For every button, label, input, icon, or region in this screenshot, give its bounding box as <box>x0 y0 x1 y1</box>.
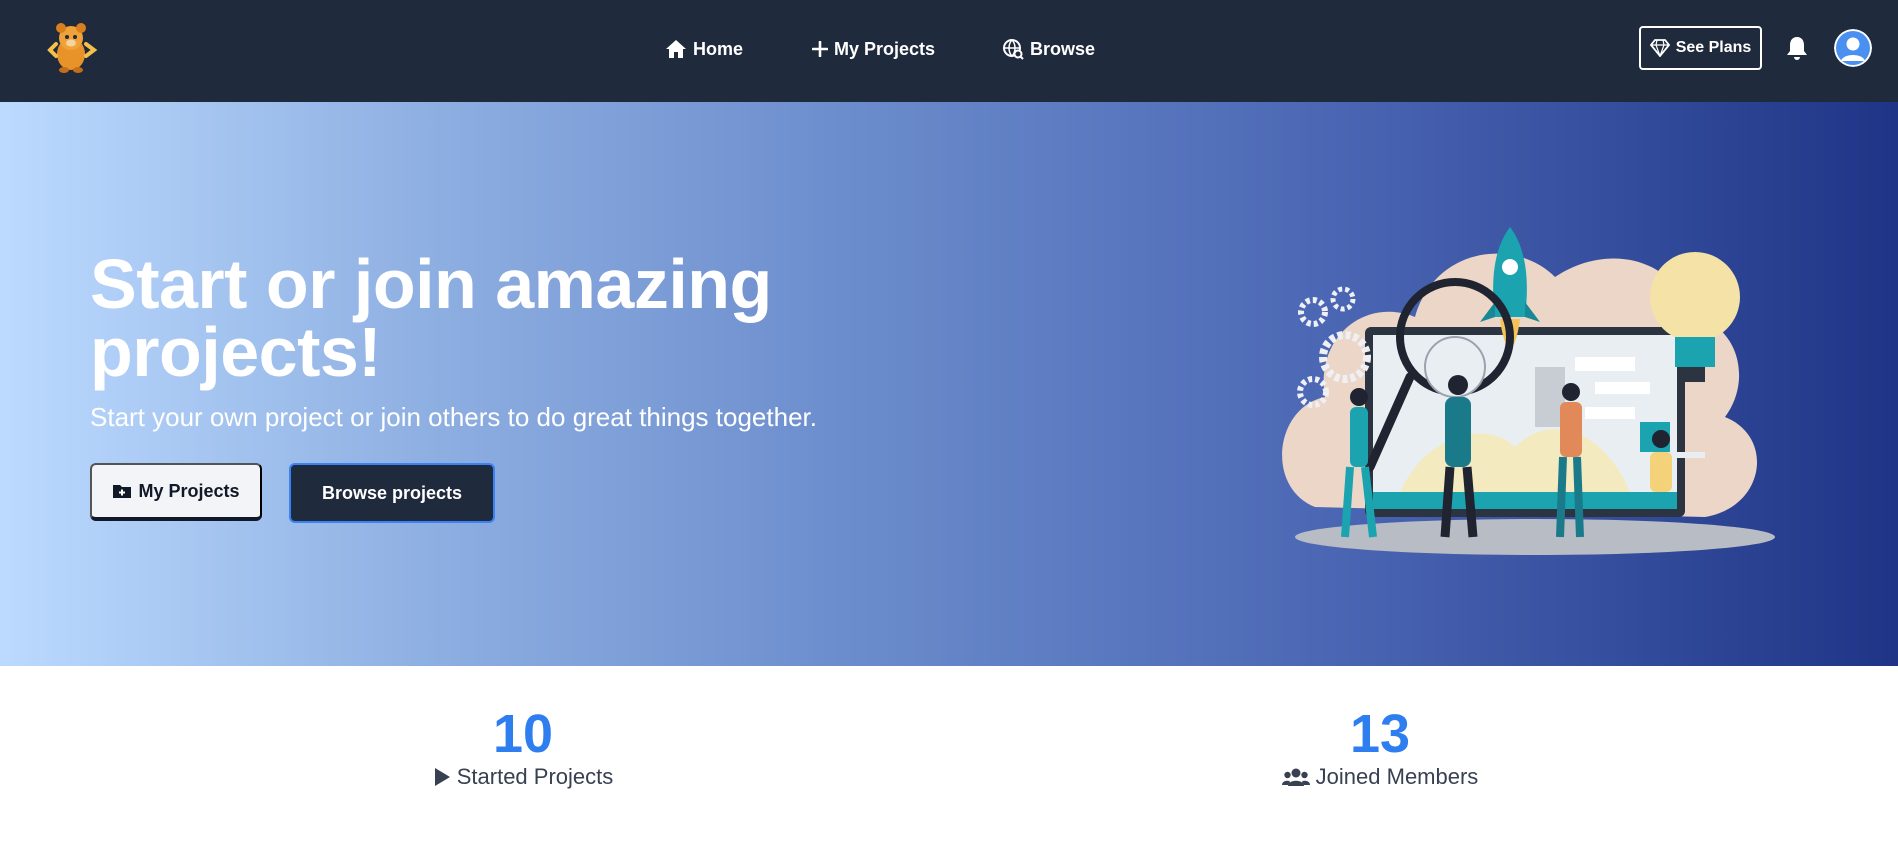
started-projects-stat: 10 Started Projects <box>373 706 673 790</box>
see-plans-label: See Plans <box>1675 39 1752 56</box>
my-projects-button[interactable]: My Projects <box>90 463 262 521</box>
home-icon <box>666 40 686 58</box>
team-working-on-project-illustration <box>1255 207 1815 567</box>
browse-projects-button-label: Browse projects <box>321 482 463 503</box>
nav-my-projects-link[interactable]: My Projects <box>812 34 935 64</box>
joined-members-stat: 13 Joined Members <box>1230 706 1530 790</box>
bell-icon[interactable] <box>1785 35 1809 61</box>
started-projects-label: Started Projects <box>456 764 614 789</box>
user-avatar-icon[interactable] <box>1834 29 1872 67</box>
nav-home-label: Home <box>693 38 744 59</box>
nav-home-link[interactable]: Home <box>665 34 743 64</box>
started-projects-label-row: Started Projects <box>373 764 673 790</box>
nav-my-projects-label: My Projects <box>834 38 936 59</box>
play-icon <box>434 768 450 786</box>
my-projects-button-label: My Projects <box>138 480 240 501</box>
started-projects-count: 10 <box>492 704 554 764</box>
see-plans-button[interactable]: See Plans <box>1639 26 1762 70</box>
users-icon <box>1281 768 1310 786</box>
hero-section: Start or join amazing projects! Start yo… <box>0 102 1898 666</box>
folder-plus-icon <box>113 485 132 498</box>
joined-members-label-row: Joined Members <box>1230 764 1530 790</box>
hero-title: Start or join amazing projects! <box>90 245 772 391</box>
joined-members-label: Joined Members <box>1315 764 1479 789</box>
top-navbar: Home My Projects Browse See Plans <box>0 0 1898 102</box>
nav-links: Home My Projects Browse <box>0 0 1898 102</box>
nav-browse-label: Browse <box>1030 38 1096 59</box>
joined-members-count: 13 <box>1349 704 1411 764</box>
nav-browse-link[interactable]: Browse <box>1002 34 1095 64</box>
plus-icon <box>812 41 828 57</box>
hero-subtitle: Start your own project or join others to… <box>90 402 817 432</box>
browse-projects-button[interactable]: Browse projects <box>289 463 495 523</box>
globe-search-icon <box>1003 39 1024 60</box>
diamond-icon <box>1649 39 1670 57</box>
